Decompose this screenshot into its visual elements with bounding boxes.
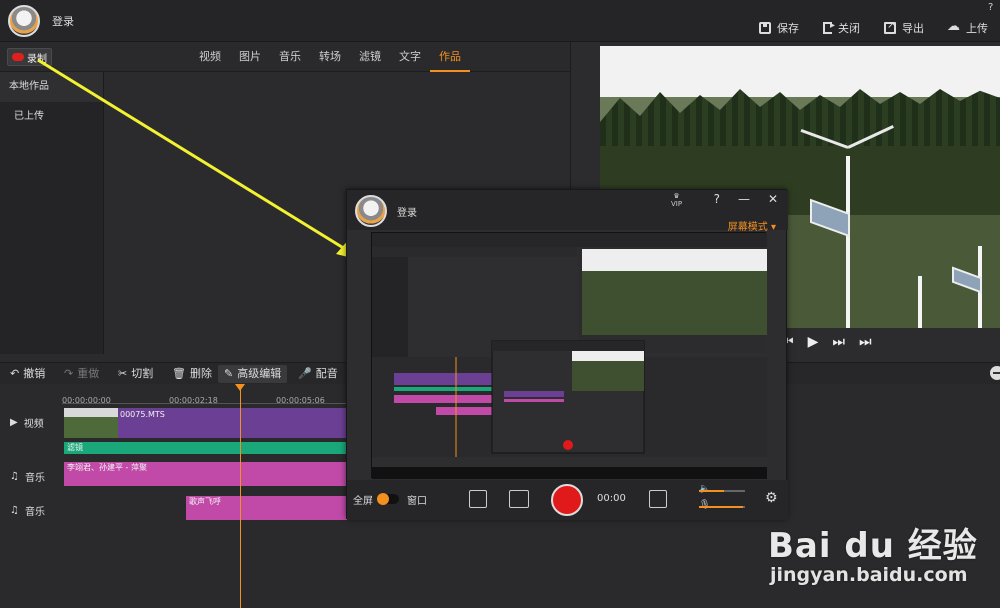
recorder-avatar[interactable]: [355, 195, 387, 227]
avatar[interactable]: [8, 5, 40, 37]
top-bar: 登录 ? 保存 关闭 导出 上传: [0, 0, 1000, 42]
solar-panel: [810, 198, 850, 238]
music-note-icon: ♫: [10, 471, 19, 482]
minimize-icon[interactable]: —: [738, 192, 750, 206]
cloud-upload-icon: [947, 19, 960, 34]
filter-clip[interactable]: 滤镜: [64, 442, 354, 454]
video-track-icon: ▶: [10, 417, 18, 428]
delete-button[interactable]: 🗑 删除: [172, 365, 212, 383]
upload-button[interactable]: 上传: [947, 19, 988, 36]
window-label: 窗口: [407, 496, 427, 507]
sidebar-item-local-works[interactable]: 本地作品: [0, 72, 103, 102]
ruler-tick: 00:00:05:06: [276, 396, 325, 405]
clip-thumbnail: [64, 408, 118, 438]
video-clip[interactable]: 00075.MTS: [64, 408, 350, 438]
mic-volume-slider[interactable]: [699, 506, 745, 508]
crown-icon: ♛: [673, 192, 680, 200]
record-icon: [12, 53, 24, 61]
recorder-login-link[interactable]: 登录: [397, 204, 417, 219]
camera-overlay-icon[interactable]: [469, 490, 487, 508]
mic-volume-fill: [699, 506, 743, 508]
next-frame-icon[interactable]: ⏭: [859, 334, 872, 350]
wind-turbine: [918, 276, 922, 328]
music-clip[interactable]: 李翊君、孙建平 - 萍聚: [64, 462, 354, 486]
track-label-music-1: ♫ 音乐: [10, 471, 45, 484]
screen-mode-dropdown[interactable]: 屏幕模式 ▾: [728, 218, 776, 233]
redo-icon: ↷: [64, 367, 74, 380]
preview-hillside: [600, 89, 1000, 146]
speaker-icon: 🔈: [699, 484, 711, 494]
record-button[interactable]: 录制: [7, 48, 52, 66]
exit-icon: [823, 20, 835, 34]
play-icon[interactable]: ▶: [808, 334, 819, 350]
login-link[interactable]: 登录: [52, 13, 74, 29]
music-clip[interactable]: 歌声飞呼: [186, 496, 356, 520]
playhead[interactable]: [235, 384, 245, 608]
recorder-header: 登录 ♛ VIP ? — ✕ 屏幕模式 ▾: [347, 190, 788, 233]
media-tabs: 视频 图片 音乐 转场 滤镜 文字 作品: [190, 42, 470, 72]
film-icon[interactable]: [649, 490, 667, 508]
tab-filter[interactable]: 滤镜: [350, 42, 390, 72]
start-record-button[interactable]: [551, 484, 583, 516]
dubbing-button[interactable]: 🎤 配音: [298, 365, 338, 383]
help-icon[interactable]: ?: [714, 192, 720, 206]
top-actions: 保存 关闭 导出 上传: [759, 19, 988, 36]
save-icon: [759, 22, 771, 34]
watermark-url: jingyan.baidu.com: [770, 564, 968, 586]
tab-music[interactable]: 音乐: [270, 42, 310, 72]
close-icon[interactable]: ✕: [768, 192, 778, 206]
save-button[interactable]: 保存: [759, 20, 799, 36]
help-icon[interactable]: ?: [988, 2, 993, 13]
undo-icon: ↶: [10, 367, 20, 380]
close-project-button[interactable]: 关闭: [823, 20, 860, 36]
zoom-out-button[interactable]: [990, 366, 1000, 380]
tab-transition[interactable]: 转场: [310, 42, 350, 72]
cut-button[interactable]: ✂ 切割: [118, 365, 153, 383]
export-button[interactable]: 导出: [884, 20, 924, 36]
fullscreen-window-toggle[interactable]: [377, 493, 399, 505]
tab-image[interactable]: 图片: [230, 42, 270, 72]
scissors-icon: ✂: [118, 367, 128, 380]
screen-capture-preview: [371, 232, 767, 479]
pencil-icon: ✎: [224, 367, 234, 380]
speaker-volume-fill: [699, 490, 725, 492]
wind-turbine: [846, 156, 850, 328]
screen-recorder-window: 登录 ♛ VIP ? — ✕ 屏幕模式 ▾ 全屏 窗口 00:00 🔈 🎙 ⚙: [346, 189, 788, 520]
microphone-icon: 🎤: [298, 367, 312, 380]
recorder-controls: 全屏 窗口 00:00 🔈 🎙 ⚙: [347, 480, 788, 520]
tab-works[interactable]: 作品: [430, 42, 470, 72]
recording-timer: 00:00: [597, 493, 626, 504]
undo-button[interactable]: ↶ 撤销: [10, 365, 45, 383]
media-tab-bar: 录制 视频 图片 音乐 转场 滤镜 文字 作品: [0, 42, 570, 72]
fullscreen-label: 全屏: [353, 496, 373, 507]
step-forward-icon[interactable]: ⏭: [832, 334, 845, 350]
works-sidebar: 本地作品 已上传: [0, 72, 104, 354]
mic-icon: 🎙: [699, 500, 711, 510]
track-label-video: ▶ 视频: [10, 417, 44, 430]
ruler-tick: 00:00:02:18: [169, 396, 218, 405]
tab-video[interactable]: 视频: [190, 42, 230, 72]
baidu-jingyan-watermark: Bai du 经验 jingyan.baidu.com: [768, 500, 998, 600]
vip-badge[interactable]: ♛ VIP: [671, 192, 682, 208]
watermark-logo: Bai du 经验: [768, 526, 978, 566]
trash-icon: 🗑: [172, 367, 186, 380]
export-icon: [884, 20, 896, 34]
timeline-ruler[interactable]: 00:00:00:00 00:00:02:18 00:00:05:06: [62, 384, 352, 405]
speaker-volume-slider[interactable]: [699, 490, 745, 492]
music-note-icon: ♫: [10, 505, 19, 516]
nested-capture: [372, 233, 767, 479]
sidebar-item-uploaded[interactable]: 已上传: [0, 102, 103, 132]
recorder-window-controls: ? — ✕: [714, 192, 778, 206]
advanced-edit-button[interactable]: ✎ 高级编辑: [218, 365, 288, 383]
redo-button[interactable]: ↷ 重做: [64, 365, 99, 383]
live-icon[interactable]: [509, 490, 529, 508]
ruler-tick: 00:00:00:00: [62, 396, 111, 405]
track-label-music-2: ♫ 音乐: [10, 505, 45, 518]
tab-text[interactable]: 文字: [390, 42, 430, 72]
